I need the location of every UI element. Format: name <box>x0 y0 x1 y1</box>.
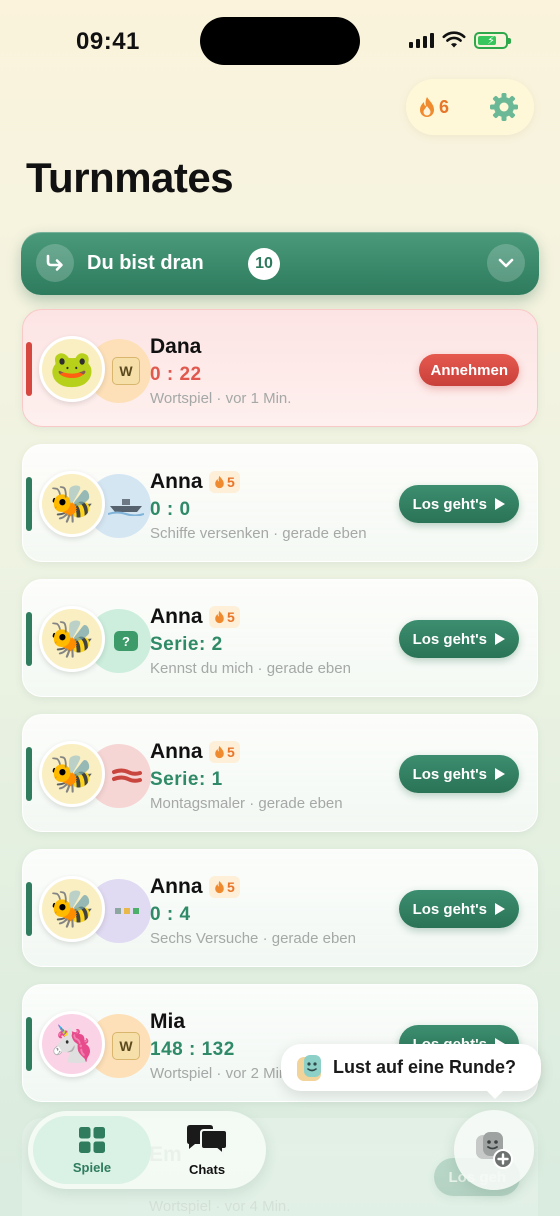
player-name: Anna <box>150 740 203 763</box>
play-button[interactable]: Los geht's <box>398 755 519 793</box>
streak-badge: 5 <box>209 606 240 628</box>
gear-icon[interactable] <box>488 91 520 123</box>
dynamic-island <box>200 17 360 65</box>
player-name: Anna <box>150 470 203 493</box>
avatar: 🐝 <box>39 741 105 807</box>
avatar: 🐝 <box>39 606 105 672</box>
card-status-stripe <box>26 612 32 666</box>
game-score: 148 : 132 <box>150 1039 235 1060</box>
streak-badge: 5 <box>209 471 240 493</box>
new-game-button[interactable] <box>454 1110 534 1190</box>
tab-chats[interactable]: Chats <box>148 1116 266 1184</box>
avatar-group: W 🐸 <box>39 336 159 403</box>
player-name: Dana <box>150 335 202 358</box>
player-name: Anna <box>150 605 203 628</box>
card-status-stripe <box>26 1017 32 1071</box>
game-card[interactable]: 🐝 Anna 5 0 : 0 Schiffe versenken · gerad… <box>22 444 538 562</box>
game-card[interactable]: 🐝 Anna 5 Serie: 1 Montagsmaler · gerade … <box>22 714 538 832</box>
streak-count: 6 <box>439 96 450 117</box>
tab-games[interactable]: Spiele <box>33 1116 151 1184</box>
streak-settings-pill: 6 <box>406 79 534 135</box>
game-score: 0 : 22 <box>150 364 202 385</box>
flame-icon <box>420 97 434 117</box>
game-score: Serie: 2 <box>150 634 223 655</box>
turn-bar-label: Du bist dran <box>87 252 204 274</box>
buddy-add-icon <box>476 1132 513 1169</box>
avatar-group: 🐝 <box>39 876 159 943</box>
avatar-group: 🐝 <box>39 471 159 538</box>
game-meta: Wortspiel · vor 2 Min. <box>150 1065 292 1082</box>
tooltip-text: Lust auf eine Runde? <box>333 1057 517 1077</box>
avatar-group: 🐝 <box>39 741 159 808</box>
status-bar: 09:41 ⚡ <box>0 0 560 80</box>
invite-tooltip[interactable]: Lust auf eine Runde? <box>281 1044 541 1099</box>
flame-icon <box>215 475 224 489</box>
chat-bubbles-icon <box>187 1124 228 1156</box>
play-button[interactable]: Los geht's <box>398 485 519 523</box>
status-time: 09:41 <box>76 28 140 55</box>
game-score: 0 : 0 <box>150 499 191 520</box>
wifi-icon <box>442 31 466 48</box>
card-status-stripe <box>26 342 32 396</box>
accept-button[interactable]: Annehmen <box>419 354 519 386</box>
streak-badge: 5 <box>209 876 240 898</box>
grid-icon <box>79 1126 105 1153</box>
game-score: Serie: 1 <box>150 769 223 790</box>
bottom-tab-bar: Spiele Chats <box>28 1111 266 1189</box>
flame-icon <box>215 880 224 894</box>
card-status-stripe <box>26 747 32 801</box>
avatar-group: W 🦄 <box>39 1011 159 1078</box>
your-turn-section-header[interactable]: Du bist dran 10 <box>21 232 539 295</box>
player-name: Anna <box>150 875 203 898</box>
play-icon <box>495 903 505 915</box>
flame-icon <box>215 610 224 624</box>
avatar: 🐝 <box>39 471 105 537</box>
page-title: Turnmates <box>26 154 234 201</box>
avatar-group: ? 🐝 <box>39 606 159 673</box>
avatar: 🐸 <box>39 336 105 402</box>
game-meta: Sechs Versuche · gerade eben <box>150 930 356 947</box>
tab-label: Spiele <box>72 1159 112 1175</box>
game-meta: Kennst du mich · gerade eben <box>150 660 351 677</box>
battery-icon: ⚡ <box>474 31 511 49</box>
buddy-icon <box>297 1054 321 1081</box>
play-icon <box>495 498 505 510</box>
play-icon <box>495 633 505 645</box>
chevron-down-icon[interactable] <box>487 244 525 282</box>
card-status-stripe <box>26 882 32 936</box>
play-button[interactable]: Los geht's <box>398 890 519 928</box>
turn-arrow-icon <box>36 244 74 282</box>
game-card[interactable]: ? 🐝 Anna 5 Serie: 2 Kennst du mich · ger… <box>22 579 538 697</box>
turn-count-badge: 10 <box>248 248 280 280</box>
game-card[interactable]: W 🐸 Dana 0 : 22 Wortspiel · vor 1 Min. A… <box>22 309 538 427</box>
avatar: 🐝 <box>39 876 105 942</box>
tab-label: Chats <box>188 1161 226 1177</box>
play-button[interactable]: Los geht's <box>398 620 519 658</box>
game-meta: Wortspiel · vor 1 Min. <box>150 390 292 407</box>
flame-icon <box>215 745 224 759</box>
game-meta: Montagsmaler · gerade eben <box>150 795 343 812</box>
card-status-stripe <box>26 477 32 531</box>
streak-indicator[interactable]: 6 <box>418 96 449 118</box>
signal-icon <box>409 32 434 48</box>
game-meta: Wortspiel · vor 4 Min. <box>149 1198 291 1215</box>
avatar: 🦄 <box>39 1011 105 1077</box>
game-score: 0 : 4 <box>150 904 191 925</box>
game-meta: Schiffe versenken · gerade eben <box>150 525 367 542</box>
status-icons: ⚡ <box>409 31 511 49</box>
player-name: Mia <box>150 1010 186 1033</box>
play-icon <box>495 768 505 780</box>
game-card[interactable]: 🐝 Anna 5 0 : 4 Sechs Versuche · gerade e… <box>22 849 538 967</box>
streak-badge: 5 <box>209 741 240 763</box>
